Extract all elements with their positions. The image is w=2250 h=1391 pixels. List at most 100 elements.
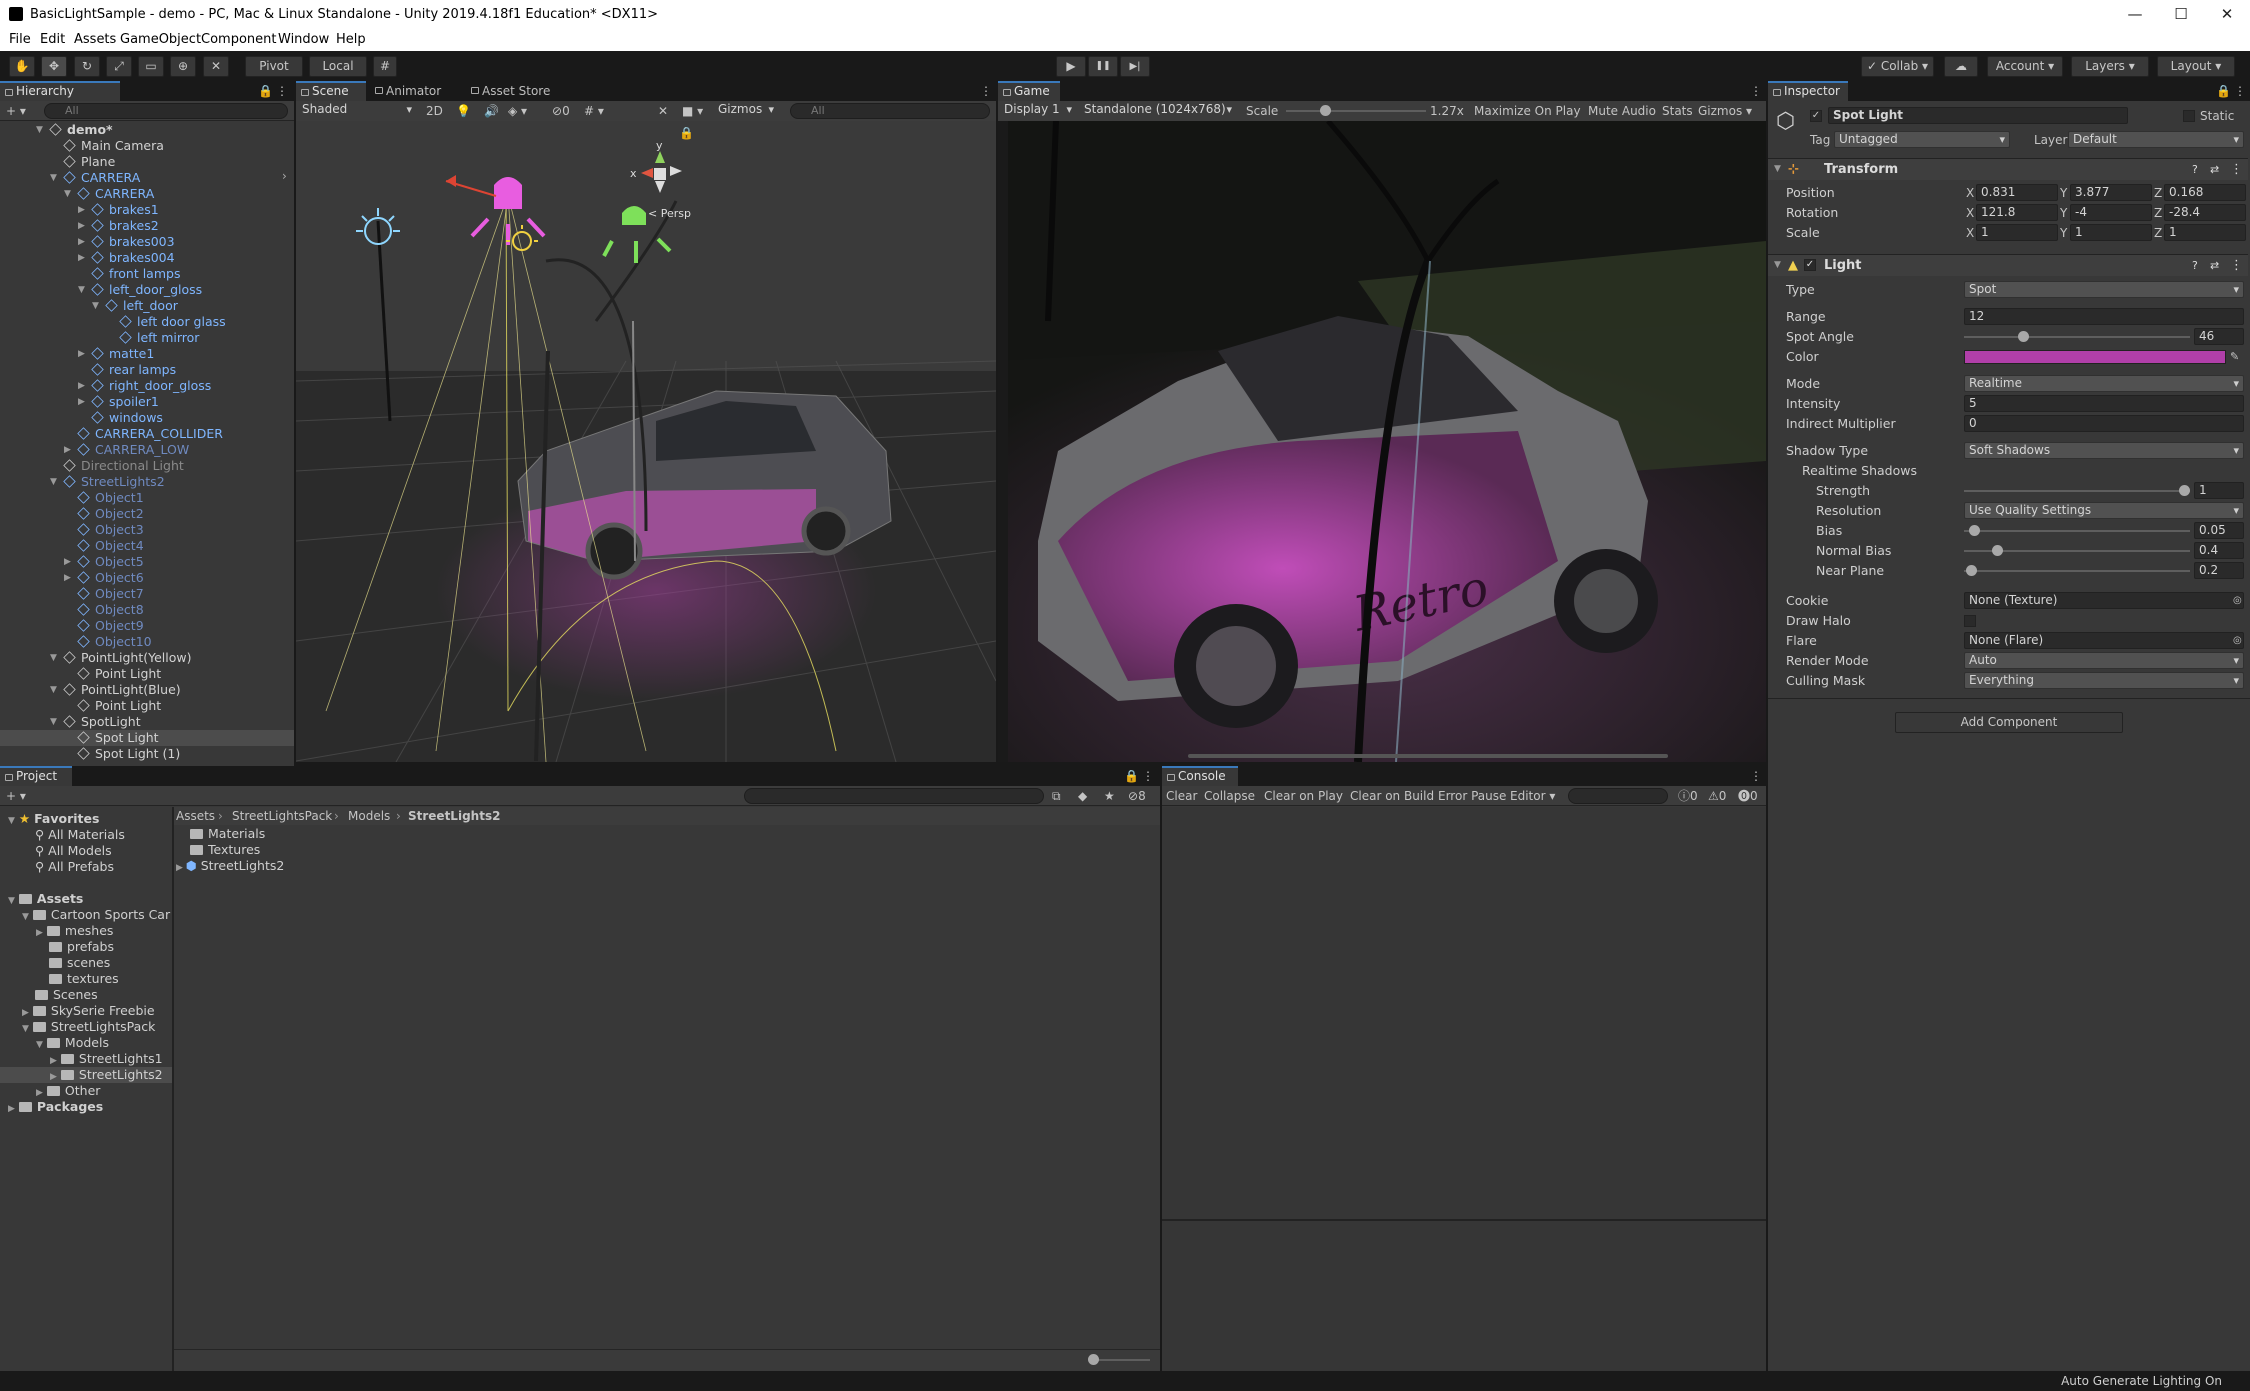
chevron-right-icon[interactable]: ▶ [64,442,71,458]
menu-help[interactable]: Help [336,32,366,47]
chevron-right-icon[interactable]: ▶ [78,346,85,362]
hierarchy-row[interactable]: ▶ spoiler1 [0,394,294,410]
layout-dropdown[interactable]: Layout ▾ [2157,56,2235,77]
normal-bias-field[interactable]: 0.4 [2194,542,2244,559]
hierarchy-row[interactable]: ▶ Object6 [0,570,294,586]
hierarchy-row[interactable]: ▼ CARRERA [0,170,294,186]
hierarchy-row[interactable]: Object2 [0,506,294,522]
panel-menu-icon[interactable]: ⋮ [1750,768,1762,784]
hierarchy-row[interactable]: CARRERA_COLLIDER [0,426,294,442]
active-checkbox[interactable]: ✓ [1810,110,1822,122]
chevron-right-icon[interactable]: ▶ [64,570,71,586]
transform-z-field[interactable]: 0.168 [2164,184,2246,201]
grid-snap-button[interactable]: # [373,56,397,77]
project-tree-item[interactable]: ▶ Packages [0,1099,172,1115]
game-viewport[interactable]: Retro [998,121,1766,762]
near-plane-field[interactable]: 0.2 [2194,562,2244,579]
chevron-right-icon[interactable]: ▶ [176,863,186,873]
panel-menu-icon[interactable]: ⋮ [2234,83,2246,99]
transform-y-field[interactable]: 1 [2070,224,2152,241]
breadcrumb-streetlights2[interactable]: StreetLights2 [408,808,500,824]
hierarchy-row[interactable]: ▶ CARRERA_LOW [0,442,294,458]
console-collapse-button[interactable]: Collapse [1204,788,1255,804]
close-button[interactable]: ✕ [2204,0,2250,30]
project-search-input[interactable] [744,788,1044,804]
panel-menu-icon[interactable]: ⋮ [276,83,288,99]
strength-field[interactable]: 1 [2194,482,2244,499]
strength-slider[interactable] [1964,485,2190,496]
light-type-dropdown[interactable]: Spot [1964,281,2244,298]
hierarchy-row[interactable]: ▶ brakes1 [0,202,294,218]
bias-slider[interactable] [1964,525,2190,536]
hierarchy-row[interactable]: ▼ left_door_gloss [0,282,294,298]
hierarchy-row[interactable]: Object3 [0,522,294,538]
layer-dropdown[interactable]: Default [2068,131,2244,148]
near-plane-slider[interactable] [1964,565,2190,576]
chevron-down-icon[interactable]: ▼ [1774,255,1781,276]
help-icon[interactable]: ? [2192,159,2198,180]
hierarchy-row[interactable]: rear lamps [0,362,294,378]
maximize-on-play-toggle[interactable]: Maximize On Play [1474,103,1581,119]
chevron-down-icon[interactable]: ▼ [8,816,15,826]
object-name-field[interactable]: Spot Light [1828,107,2128,124]
hierarchy-row[interactable]: Object9 [0,618,294,634]
console-clear-on-play-button[interactable]: Clear on Play [1264,788,1343,804]
chevron-down-icon[interactable]: ▼ [36,122,43,138]
create-button[interactable]: + ▾ [6,788,26,804]
chevron-right-icon[interactable]: ▶ [8,1104,15,1114]
icon-size-knob[interactable] [1088,1354,1099,1365]
audio-toggle-icon[interactable]: 🔊 [484,103,499,119]
chevron-down-icon[interactable]: ▼ [22,1024,29,1034]
hand-tool-button[interactable]: ✋ [9,56,35,77]
chevron-down-icon[interactable]: ▼ [50,682,57,698]
chevron-right-icon[interactable]: ▶ [78,234,85,250]
chevron-right-icon[interactable]: ▶ [22,1008,29,1018]
display-dropdown[interactable]: Display 1 [1000,102,1076,119]
pause-button[interactable]: ❚❚ [1088,56,1118,77]
console-clear-button[interactable]: Clear [1166,788,1197,804]
strength-knob[interactable] [2179,485,2190,496]
project-file-item[interactable]: Textures [174,842,574,858]
chevron-right-icon[interactable]: ▶ [36,1088,43,1098]
chevron-right-icon[interactable]: › [282,168,287,184]
rotate-tool-button[interactable]: ↻ [74,56,100,77]
panel-menu-icon[interactable]: ⋮ [1750,83,1762,99]
hierarchy-row[interactable]: windows [0,410,294,426]
layers-dropdown[interactable]: Layers ▾ [2071,56,2149,77]
add-component-button[interactable]: Add Component [1895,712,2123,733]
menu-gameobject[interactable]: GameObject [120,32,201,47]
chevron-down-icon[interactable]: ▼ [36,1040,43,1050]
indirect-field[interactable]: 0 [1964,415,2244,432]
shading-mode-dropdown[interactable]: Shaded [298,102,416,119]
cookie-field[interactable]: None (Texture) [1964,592,2244,609]
project-tree-item[interactable]: ▶ SkySerie Freebie [0,1003,172,1019]
hierarchy-row[interactable]: Spot Light [0,730,294,746]
project-tree-item[interactable]: ▼ Cartoon Sports Car [0,907,172,923]
transform-z-field[interactable]: 1 [2164,224,2246,241]
effects-dropdown-icon[interactable]: ◈ ▾ [508,103,527,119]
hierarchy-row[interactable]: ▼ StreetLights2 [0,474,294,490]
spot-angle-field[interactable]: 46 [2194,328,2244,345]
hidden-packages-icon[interactable]: ⊘8 [1128,788,1146,804]
cloud-button[interactable]: ☁ [1944,56,1978,77]
normal-bias-knob[interactable] [1991,545,2003,556]
project-tree-item[interactable]: textures [0,971,172,987]
light-enabled-checkbox[interactable]: ✓ [1804,259,1816,271]
console-clear-on-build-button[interactable]: Clear on Build [1350,788,1434,804]
chevron-down-icon[interactable]: ▼ [64,186,71,202]
resolution-dropdown[interactable]: Standalone (1024x768) [1080,102,1236,119]
hierarchy-row[interactable]: left mirror [0,330,294,346]
hierarchy-row[interactable]: ▶ Object5 [0,554,294,570]
chevron-down-icon[interactable]: ▼ [50,170,57,186]
transform-tool-button[interactable]: ⊕ [170,56,196,77]
static-checkbox[interactable] [2183,110,2195,122]
hierarchy-row[interactable]: Object4 [0,538,294,554]
lock-icon[interactable]: 🔒 [258,83,273,99]
console-log-list[interactable] [1162,807,1766,1219]
minimize-button[interactable]: — [2112,0,2158,30]
range-field[interactable]: 12 [1964,308,2244,325]
favorite-star-icon[interactable]: ★ [1104,788,1115,804]
collab-dropdown[interactable]: ✓ Collab ▾ [1861,56,1934,77]
shadow-resolution-dropdown[interactable]: Use Quality Settings [1964,502,2244,519]
eyedropper-icon[interactable]: ✎ [2230,347,2239,367]
